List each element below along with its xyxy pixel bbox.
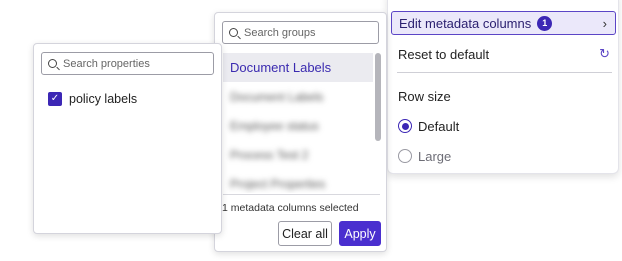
row-size-option-label: Large <box>418 148 452 164</box>
group-item[interactable]: Document Labels <box>223 82 373 111</box>
row-size-option-large[interactable]: Large <box>398 146 610 166</box>
row-size-title: Row size <box>398 88 451 104</box>
search-properties-input[interactable] <box>63 57 213 70</box>
radio-default[interactable] <box>398 119 412 133</box>
group-item[interactable]: Document Labels <box>223 53 373 82</box>
property-item-policy-labels[interactable]: ✓ policy labels <box>48 92 137 106</box>
group-item[interactable]: Employee status <box>223 111 373 140</box>
clear-all-button[interactable]: Clear all <box>278 221 332 246</box>
apply-button[interactable]: Apply <box>339 221 381 246</box>
reset-icon: ↻ <box>599 46 610 61</box>
count-badge: 1 <box>537 15 553 31</box>
search-properties-box[interactable] <box>41 52 214 75</box>
edit-metadata-columns-item[interactable]: Edit metadata columns 1 › <box>391 11 616 35</box>
groups-popover: Document Labels Document Labels Employee… <box>214 12 387 252</box>
checkbox-checked-icon[interactable]: ✓ <box>48 92 62 106</box>
radio-large[interactable] <box>398 149 412 163</box>
menu-divider <box>397 72 612 73</box>
search-icon <box>229 28 238 37</box>
group-list: Document Labels Document Labels Employee… <box>223 53 373 193</box>
selected-count-text: 1 metadata columns selected <box>222 202 359 214</box>
row-size-option-default[interactable]: Default <box>398 116 610 136</box>
group-item[interactable]: Project Properties <box>223 169 373 193</box>
property-item-label: policy labels <box>69 92 138 106</box>
reset-to-default-label: Reset to default <box>398 46 490 62</box>
scrollbar-thumb[interactable] <box>375 53 381 141</box>
reset-to-default-item[interactable]: Reset to default ↻ <box>398 44 610 64</box>
search-icon <box>48 59 57 68</box>
groups-divider <box>223 194 380 195</box>
settings-menu-panel: Edit metadata columns 1 › Reset to defau… <box>387 0 619 174</box>
edit-metadata-columns-label: Edit metadata columns <box>399 15 532 31</box>
chevron-right-icon: › <box>602 15 607 31</box>
search-groups-box[interactable] <box>222 21 379 44</box>
group-list-scrollbar[interactable] <box>375 53 381 193</box>
stage: Edit metadata columns 1 › Reset to defau… <box>0 0 622 261</box>
group-item[interactable]: Process Test 2 <box>223 140 373 169</box>
row-size-option-label: Default <box>418 118 460 134</box>
search-groups-input[interactable] <box>244 26 378 39</box>
properties-popover: ✓ policy labels <box>33 43 222 234</box>
